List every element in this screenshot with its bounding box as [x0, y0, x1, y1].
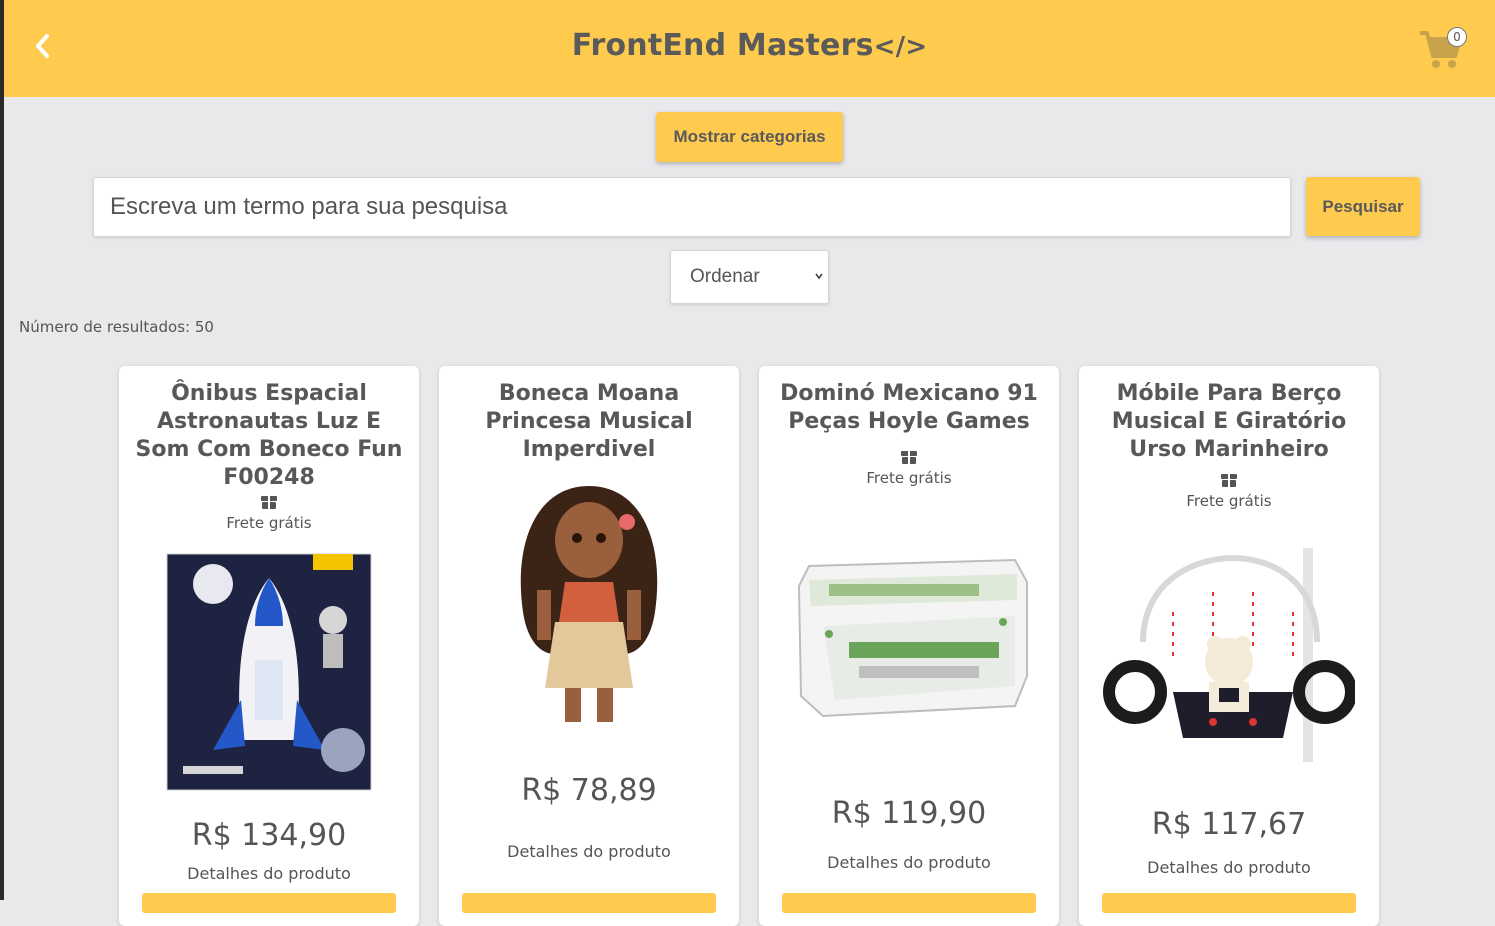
free-shipping: Frete grátis	[119, 493, 419, 532]
sort-select-value: Ordenar	[690, 266, 760, 287]
add-to-cart-button[interactable]	[462, 893, 716, 913]
window-edge	[0, 0, 4, 900]
product-image[interactable]	[1103, 542, 1355, 768]
free-shipping: Frete grátis	[759, 448, 1059, 487]
free-shipping-label: Frete grátis	[226, 514, 312, 532]
cart-count-badge: 0	[1447, 27, 1467, 47]
free-shipping-label: Frete grátis	[1186, 492, 1272, 510]
chevron-down-icon	[815, 273, 823, 280]
results-count: Número de resultados: 50	[19, 318, 214, 336]
add-to-cart-button[interactable]	[142, 893, 396, 913]
free-shipping: Frete grátis	[1079, 471, 1379, 510]
brand-name: FrontEnd Masters	[571, 28, 874, 63]
product-details-link[interactable]: Detalhes do produto	[439, 842, 739, 861]
product-price: R$ 117,67	[1151, 807, 1307, 842]
product-price: R$ 119,90	[831, 796, 987, 831]
search-button[interactable]: Pesquisar	[1306, 177, 1420, 236]
show-categories-button[interactable]: Mostrar categorias	[656, 112, 843, 162]
product-card: Dominó Mexicano 91 Peças Hoyle Games Fre…	[759, 366, 1059, 926]
sort-select[interactable]: Ordenar	[670, 250, 829, 304]
product-title: Boneca Moana Princesa Musical Imperdivel	[485, 381, 693, 462]
product-image[interactable]	[507, 482, 671, 732]
product-details-link[interactable]: Detalhes do produto	[759, 853, 1059, 872]
brand-code-icon: </>	[873, 32, 928, 62]
add-to-cart-button[interactable]	[1102, 893, 1356, 913]
product-card: Móbile Para Berço Musical E Giratório Ur…	[1079, 366, 1379, 926]
free-shipping-label: Frete grátis	[866, 469, 952, 487]
top-bar: FrontEnd Masters</>	[4, 0, 1495, 97]
product-image[interactable]	[163, 550, 375, 794]
add-to-cart-button[interactable]	[782, 893, 1036, 913]
product-card: Boneca Moana Princesa Musical Imperdivel…	[439, 366, 739, 926]
product-price: R$ 78,89	[521, 773, 657, 808]
product-title: Ônibus Espacial Astronautas Luz E Som Co…	[135, 381, 403, 490]
gift-icon	[901, 451, 917, 464]
product-details-link[interactable]: Detalhes do produto	[119, 864, 419, 883]
product-title: Móbile Para Berço Musical E Giratório Ur…	[1111, 381, 1347, 462]
product-card: Ônibus Espacial Astronautas Luz E Som Co…	[119, 366, 419, 926]
brand-logo[interactable]: FrontEnd Masters</>	[4, 28, 1495, 63]
gift-icon	[261, 496, 277, 509]
search-input[interactable]	[93, 177, 1291, 237]
product-details-link[interactable]: Detalhes do produto	[1079, 858, 1379, 877]
product-price: R$ 134,90	[191, 818, 347, 853]
product-title: Dominó Mexicano 91 Peças Hoyle Games	[780, 381, 1038, 434]
gift-icon	[1221, 474, 1237, 487]
product-image[interactable]	[789, 556, 1031, 722]
